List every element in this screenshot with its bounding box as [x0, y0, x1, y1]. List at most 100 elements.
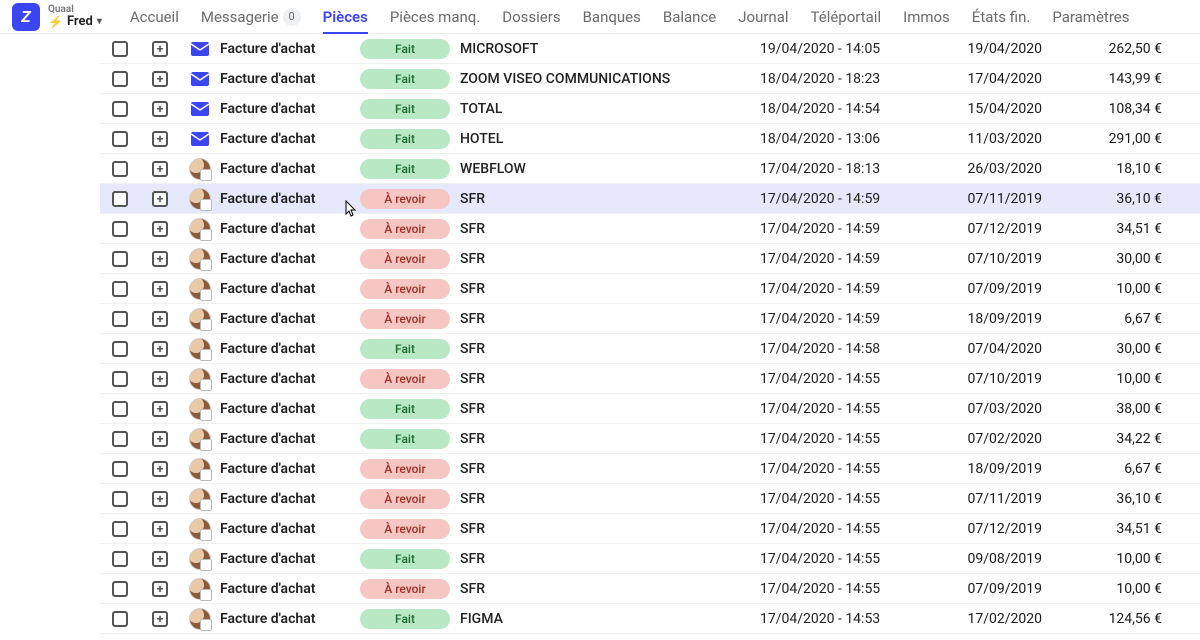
created-at: 17/04/2020 - 18:13: [760, 161, 930, 177]
table-row[interactable]: +Facture d'achatÀ revoirSFR17/04/2020 - …: [100, 214, 1200, 244]
row-checkbox[interactable]: [112, 491, 128, 507]
table-row[interactable]: +Facture d'achatFaitSFR17/04/2020 - 14:5…: [100, 394, 1200, 424]
row-checkbox[interactable]: [112, 281, 128, 297]
table-row[interactable]: +Facture d'achatÀ revoirSFR17/04/2020 - …: [100, 514, 1200, 544]
created-at: 17/04/2020 - 14:59: [760, 281, 930, 297]
status-badge: Fait: [360, 129, 450, 149]
nav-item-param-tres[interactable]: Paramètres: [1052, 0, 1129, 33]
row-expand[interactable]: +: [152, 401, 168, 417]
nav-item--tats-fin-[interactable]: États fin.: [972, 0, 1031, 33]
row-checkbox[interactable]: [112, 461, 128, 477]
row-expand[interactable]: +: [152, 41, 168, 57]
row-checkbox[interactable]: [112, 161, 128, 177]
vendor: TOTAL: [460, 101, 760, 117]
row-expand[interactable]: +: [152, 581, 168, 597]
nav-label: Paramètres: [1052, 8, 1129, 26]
nav-label: États fin.: [972, 8, 1031, 26]
row-expand[interactable]: +: [152, 251, 168, 267]
nav-item-journal[interactable]: Journal: [738, 0, 788, 33]
row-checkbox[interactable]: [112, 551, 128, 567]
avatar: [189, 218, 211, 240]
row-checkbox[interactable]: [112, 311, 128, 327]
doc-date: 17/04/2020: [930, 71, 1050, 87]
row-expand[interactable]: +: [152, 611, 168, 627]
mail-icon: [190, 99, 210, 119]
row-expand[interactable]: +: [152, 221, 168, 237]
table-row[interactable]: +Facture d'achatFaitZOOM VISEO COMMUNICA…: [100, 64, 1200, 94]
row-checkbox[interactable]: [112, 521, 128, 537]
row-checkbox[interactable]: [112, 341, 128, 357]
vendor: SFR: [460, 341, 760, 357]
table-row[interactable]: +Facture d'achatFaitTOTAL18/04/2020 - 14…: [100, 94, 1200, 124]
mail-icon: [190, 39, 210, 59]
status-badge: Fait: [360, 339, 450, 359]
nav-item-accueil[interactable]: Accueil: [130, 0, 179, 33]
doc-type: Facture d'achat: [220, 311, 360, 327]
row-expand[interactable]: +: [152, 71, 168, 87]
status-badge: À revoir: [360, 219, 450, 239]
row-checkbox[interactable]: [112, 431, 128, 447]
row-expand[interactable]: +: [152, 191, 168, 207]
row-checkbox[interactable]: [112, 101, 128, 117]
nav-item-messagerie[interactable]: Messagerie0: [201, 0, 301, 33]
nav-item-balance[interactable]: Balance: [663, 0, 716, 33]
table-row[interactable]: +Facture d'achatÀ revoirSFR17/04/2020 - …: [100, 454, 1200, 484]
table-row[interactable]: +Facture d'achatFaitHOTEL18/04/2020 - 13…: [100, 124, 1200, 154]
avatar: [189, 308, 211, 330]
row-checkbox[interactable]: [112, 41, 128, 57]
table-row[interactable]: +Facture d'achatÀ revoirSFR17/04/2020 - …: [100, 184, 1200, 214]
row-checkbox[interactable]: [112, 581, 128, 597]
row-checkbox[interactable]: [112, 611, 128, 627]
row-expand[interactable]: +: [152, 431, 168, 447]
avatar: [189, 428, 211, 450]
amount: 36,10 €: [1050, 491, 1170, 507]
status-badge: Fait: [360, 609, 450, 629]
table-row[interactable]: +Facture d'achatFaitFIGMA17/04/2020 - 14…: [100, 604, 1200, 634]
row-expand[interactable]: +: [152, 491, 168, 507]
table-row[interactable]: +Facture d'achatFaitSFR17/04/2020 - 14:5…: [100, 334, 1200, 364]
status-badge: À revoir: [360, 249, 450, 269]
doc-type: Facture d'achat: [220, 581, 360, 597]
table-row[interactable]: +Facture d'achatFaitSFR17/04/2020 - 14:5…: [100, 544, 1200, 574]
table-row[interactable]: +Facture d'achatÀ revoirSFR17/04/2020 - …: [100, 574, 1200, 604]
row-checkbox[interactable]: [112, 71, 128, 87]
doc-date: 18/09/2019: [930, 311, 1050, 327]
row-expand[interactable]: +: [152, 161, 168, 177]
nav-item-immos[interactable]: Immos: [903, 0, 950, 33]
table-row[interactable]: +Facture d'achatFaitMICROSOFT19/04/2020 …: [100, 34, 1200, 64]
row-expand[interactable]: +: [152, 371, 168, 387]
table-row[interactable]: +Facture d'achatFaitWEBFLOW17/04/2020 - …: [100, 154, 1200, 184]
nav-item-pi-ces-manq-[interactable]: Pièces manq.: [390, 0, 480, 33]
nav-item-dossiers[interactable]: Dossiers: [502, 0, 560, 33]
row-expand[interactable]: +: [152, 341, 168, 357]
row-expand[interactable]: +: [152, 131, 168, 147]
table-row[interactable]: +Facture d'achatÀ revoirSFR17/04/2020 - …: [100, 304, 1200, 334]
table-row[interactable]: +Facture d'achatÀ revoirSFR17/04/2020 - …: [100, 484, 1200, 514]
amount: 38,00 €: [1050, 401, 1170, 417]
row-expand[interactable]: +: [152, 551, 168, 567]
doc-date: 07/11/2019: [930, 491, 1050, 507]
row-expand[interactable]: +: [152, 281, 168, 297]
table-row[interactable]: +Facture d'achatÀ revoirSFR17/04/2020 - …: [100, 364, 1200, 394]
table-row[interactable]: +Facture d'achatFaitSFR17/04/2020 - 14:5…: [100, 424, 1200, 454]
row-checkbox[interactable]: [112, 191, 128, 207]
vendor: SFR: [460, 581, 760, 597]
row-checkbox[interactable]: [112, 131, 128, 147]
row-expand[interactable]: +: [152, 461, 168, 477]
row-expand[interactable]: +: [152, 101, 168, 117]
row-expand[interactable]: +: [152, 311, 168, 327]
table-row[interactable]: +Facture d'achatÀ revoirSFR17/04/2020 - …: [100, 244, 1200, 274]
row-checkbox[interactable]: [112, 371, 128, 387]
created-at: 17/04/2020 - 14:55: [760, 521, 930, 537]
row-checkbox[interactable]: [112, 251, 128, 267]
table-row[interactable]: +Facture d'achatÀ revoirSFR17/04/2020 - …: [100, 274, 1200, 304]
nav-item-t-l-portail[interactable]: Téléportail: [811, 0, 882, 33]
row-checkbox[interactable]: [112, 401, 128, 417]
nav-item-pi-ces[interactable]: Pièces: [323, 0, 368, 33]
doc-date: 07/03/2020: [930, 401, 1050, 417]
row-checkbox[interactable]: [112, 221, 128, 237]
vendor: FIGMA: [460, 611, 760, 627]
user-switcher[interactable]: ⚡ Fred ▾: [48, 15, 102, 28]
nav-item-banques[interactable]: Banques: [583, 0, 641, 33]
row-expand[interactable]: +: [152, 521, 168, 537]
